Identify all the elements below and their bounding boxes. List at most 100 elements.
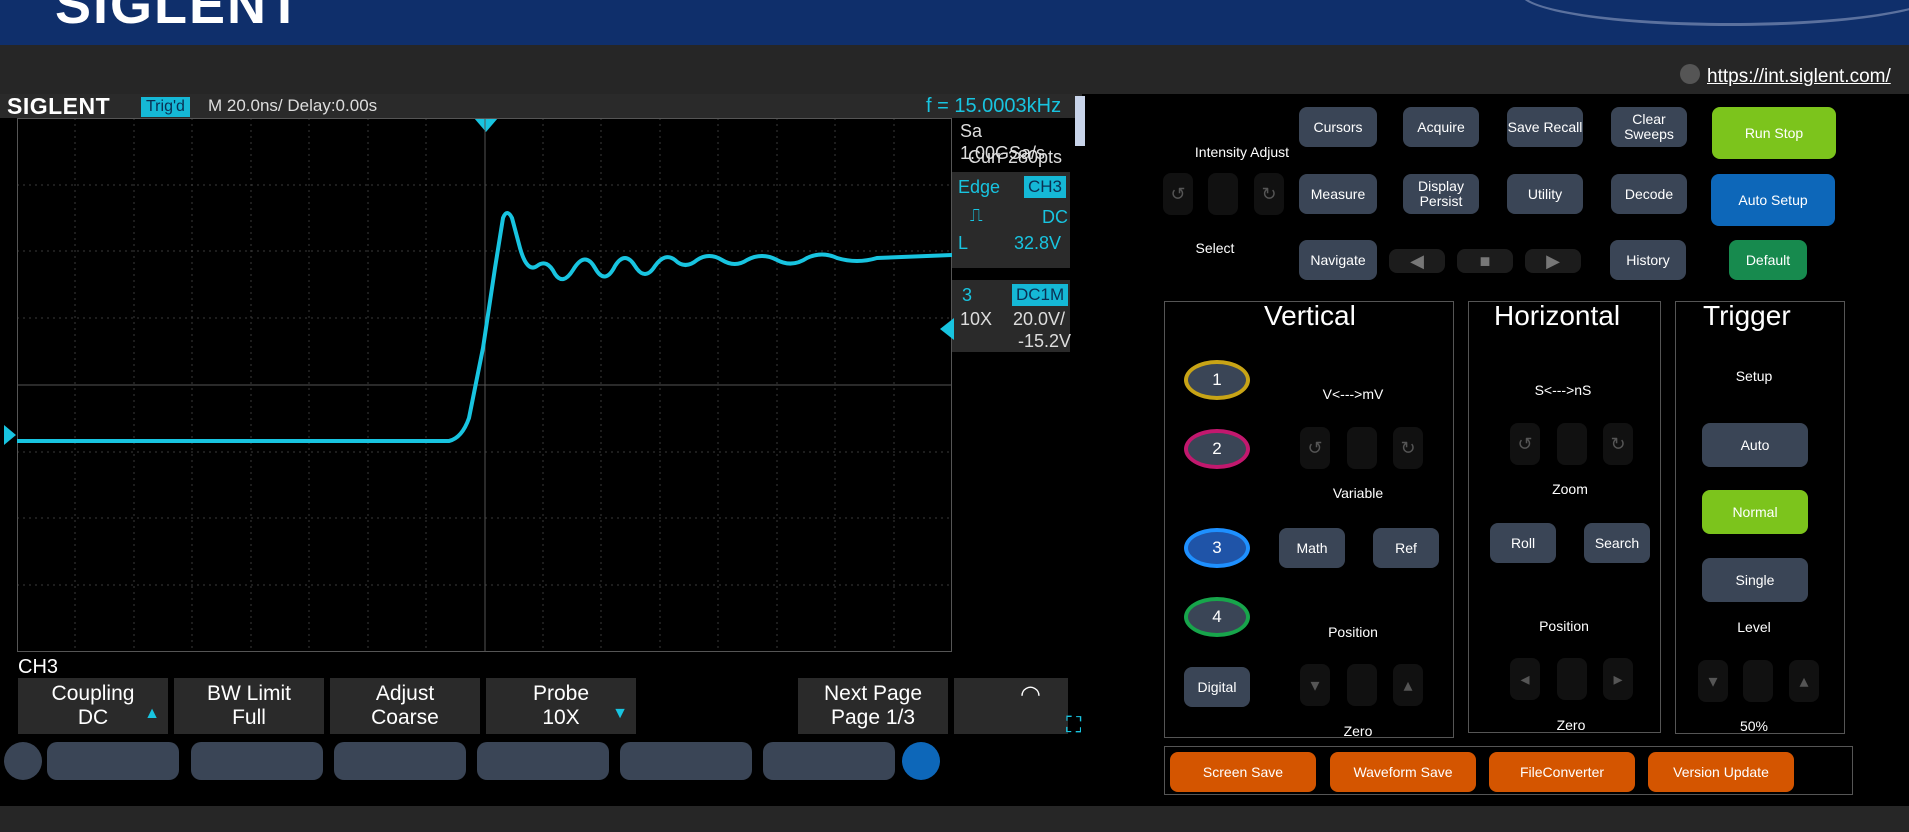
menu-key-5[interactable] bbox=[620, 742, 752, 780]
trigger-level-percent: 50% bbox=[1739, 718, 1769, 734]
trigger-level-down-icon[interactable]: ▾ bbox=[1698, 660, 1728, 702]
softkey-label: Next Page bbox=[823, 682, 923, 705]
probe-softkey[interactable]: Probe 10X ▼ bbox=[486, 678, 636, 734]
scope-brand: SIGLENT bbox=[7, 93, 111, 119]
screen-save-button[interactable]: Screen Save bbox=[1170, 752, 1316, 792]
utility-button[interactable]: Utility bbox=[1507, 174, 1583, 214]
link-icon bbox=[1680, 64, 1700, 84]
math-button[interactable]: Math bbox=[1279, 528, 1345, 568]
vertical-scale-knob[interactable] bbox=[1347, 427, 1377, 469]
digital-button[interactable]: Digital bbox=[1184, 667, 1250, 707]
banner-swoosh-decoration bbox=[1520, 0, 1909, 26]
rotate-left-icon[interactable]: ↺ bbox=[1163, 173, 1193, 215]
horizontal-zero-label: Zero bbox=[1556, 717, 1586, 733]
channel-scale: 20.0V/ bbox=[1013, 309, 1066, 329]
bottom-strip bbox=[0, 806, 1909, 832]
cursors-button[interactable]: Cursors bbox=[1299, 107, 1377, 147]
position-down-icon[interactable]: ▾ bbox=[1300, 664, 1330, 706]
coupling-softkey[interactable]: Coupling DC ▲ bbox=[18, 678, 168, 734]
horizontal-scale-knob[interactable] bbox=[1557, 423, 1587, 465]
horizontal-position-knob[interactable] bbox=[1557, 658, 1587, 700]
menu-round-key-left[interactable] bbox=[4, 742, 42, 780]
display-persist-button[interactable]: Display Persist bbox=[1403, 174, 1479, 214]
frequency-readout: f = 15.0003kHz bbox=[926, 95, 1062, 117]
save-recall-button[interactable]: Save Recall bbox=[1507, 107, 1583, 147]
adjust-softkey[interactable]: Adjust Coarse bbox=[330, 678, 480, 734]
decode-button[interactable]: Decode bbox=[1611, 174, 1687, 214]
default-button[interactable]: Default bbox=[1729, 240, 1807, 280]
rotate-right-icon[interactable]: ↻ bbox=[1254, 173, 1284, 215]
trigger-setup-label: Setup bbox=[1735, 368, 1773, 384]
menu-round-key-right[interactable] bbox=[902, 742, 940, 780]
vertical-position-label: Position bbox=[1328, 624, 1378, 640]
vertical-scale-left-icon[interactable]: ↺ bbox=[1300, 427, 1330, 469]
fullscreen-icon[interactable]: ⛶ bbox=[1066, 712, 1081, 738]
softkey-label: Adjust bbox=[375, 682, 435, 705]
bw-limit-softkey[interactable]: BW Limit Full bbox=[174, 678, 324, 734]
url-bar bbox=[0, 45, 1909, 94]
trigger-level-up-icon[interactable]: ▴ bbox=[1789, 660, 1819, 702]
channel-4-button[interactable]: 4 bbox=[1184, 597, 1250, 637]
navigate-button[interactable]: Navigate bbox=[1299, 240, 1377, 280]
horizontal-position-label: Position bbox=[1539, 618, 1589, 634]
softkey-value: Full bbox=[232, 706, 266, 729]
vertical-position-knob[interactable] bbox=[1347, 664, 1377, 706]
intensity-adjust-label: Intensity Adjust bbox=[1194, 144, 1290, 160]
trigger-level-label: L bbox=[958, 233, 969, 253]
trigger-normal-button[interactable]: Normal bbox=[1702, 490, 1808, 534]
banner-logo: SIGLENT bbox=[55, 0, 304, 35]
history-button[interactable]: History bbox=[1610, 240, 1686, 280]
measure-button[interactable]: Measure bbox=[1299, 174, 1377, 214]
navigate-forward-icon[interactable]: ▶ bbox=[1525, 249, 1581, 273]
version-update-button[interactable]: Version Update bbox=[1648, 752, 1794, 792]
softkey-label: BW Limit bbox=[207, 682, 291, 705]
horizontal-scale-left-icon[interactable]: ↺ bbox=[1510, 423, 1540, 465]
acquire-button[interactable]: Acquire bbox=[1403, 107, 1479, 147]
channel-2-button[interactable]: 2 bbox=[1184, 429, 1250, 469]
next-page-softkey[interactable]: Next Page Page 1/3 bbox=[798, 678, 948, 734]
position-right-icon[interactable]: ▸ bbox=[1603, 658, 1633, 700]
trigger-title: Trigger bbox=[1703, 300, 1791, 331]
channel-offset: -15.2V bbox=[1018, 331, 1072, 351]
siglent-website-link[interactable]: https://int.siglent.com/ bbox=[1707, 66, 1891, 88]
menu-key-6[interactable] bbox=[763, 742, 895, 780]
trigger-auto-button[interactable]: Auto bbox=[1702, 423, 1808, 467]
vertical-scale-right-icon[interactable]: ↻ bbox=[1393, 427, 1423, 469]
trigger-coupling: DC bbox=[1042, 207, 1068, 227]
trigger-level-knob[interactable] bbox=[1743, 660, 1773, 702]
channel-offset-marker bbox=[4, 425, 16, 445]
channel-3-button[interactable]: 3 bbox=[1184, 528, 1250, 568]
menu-key-3[interactable] bbox=[334, 742, 466, 780]
trigger-level: 32.8V bbox=[1014, 233, 1062, 253]
panel-collapse-handle[interactable] bbox=[1075, 96, 1085, 146]
run-stop-button[interactable]: Run Stop bbox=[1712, 107, 1836, 159]
clear-sweeps-button[interactable]: Clear Sweeps bbox=[1611, 107, 1687, 147]
navigate-back-icon[interactable]: ◀ bbox=[1389, 249, 1445, 273]
navigate-stop-icon[interactable]: ■ bbox=[1457, 249, 1513, 273]
horizontal-scale-label: S<--->nS bbox=[1534, 382, 1592, 398]
search-button[interactable]: Search bbox=[1584, 523, 1650, 563]
menu-key-1[interactable] bbox=[47, 742, 179, 780]
position-up-icon[interactable]: ▴ bbox=[1393, 664, 1423, 706]
wifi-softkey[interactable] bbox=[954, 678, 1068, 734]
softkey-value: Page 1/3 bbox=[830, 706, 916, 729]
position-left-icon[interactable]: ◂ bbox=[1510, 658, 1540, 700]
menu-key-2[interactable] bbox=[191, 742, 323, 780]
waveform-grid bbox=[17, 118, 952, 652]
trigger-single-button[interactable]: Single bbox=[1702, 558, 1808, 602]
menu-key-4[interactable] bbox=[477, 742, 609, 780]
auto-setup-button[interactable]: Auto Setup bbox=[1711, 174, 1835, 226]
horizontal-scale-right-icon[interactable]: ↻ bbox=[1603, 423, 1633, 465]
waveform-save-button[interactable]: Waveform Save bbox=[1330, 752, 1476, 792]
intensity-knob[interactable] bbox=[1208, 173, 1238, 215]
rising-edge-icon: ⎍ bbox=[970, 205, 983, 225]
vertical-zero-label: Zero bbox=[1343, 723, 1373, 739]
top-banner: SIGLENT bbox=[0, 0, 1909, 45]
ref-button[interactable]: Ref bbox=[1373, 528, 1439, 568]
zoom-label: Zoom bbox=[1552, 481, 1588, 497]
channel-1-button[interactable]: 1 bbox=[1184, 360, 1250, 400]
timebase-readout: M 20.0ns/ Delay:0.00s bbox=[208, 96, 378, 115]
roll-button[interactable]: Roll bbox=[1490, 523, 1556, 563]
channel-number: 3 bbox=[962, 285, 973, 305]
file-converter-button[interactable]: FileConverter bbox=[1489, 752, 1635, 792]
